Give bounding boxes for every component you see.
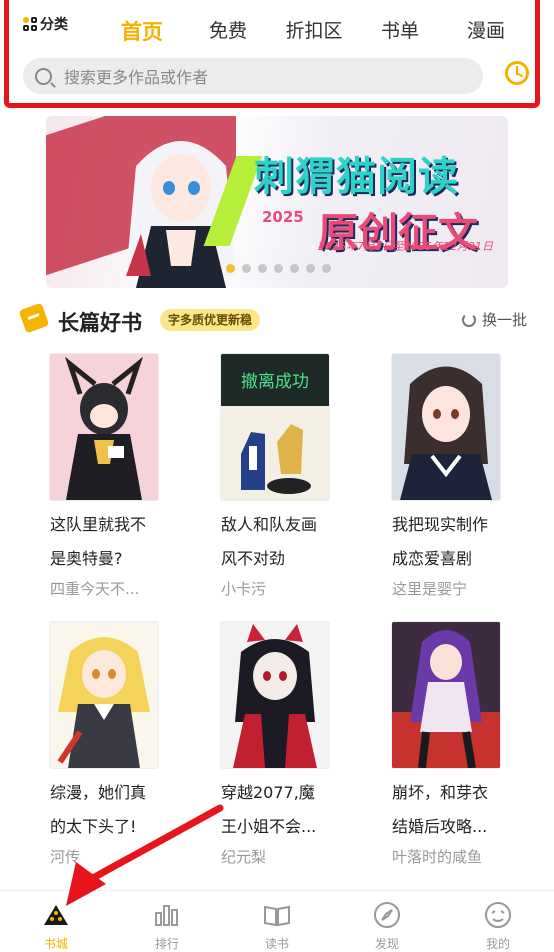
book-author: 这里是婴宁 [392,580,468,598]
book-card[interactable]: 穿越2077,魔 王小姐不会... 纪元梨 [221,622,371,867]
book-section-icon [18,302,50,334]
tabbar-label: 排行 [154,937,179,951]
book-author: 四重今天不... [50,580,140,598]
book-cover-art [50,622,158,768]
book-title[interactable]: 这队里就我不 是奥特曼? [50,508,190,576]
cover-text: 撤离成功 [241,372,309,392]
book-author: 小卡污 [221,580,267,598]
top-tabs: 首页 免费 折扣区 书单 漫画 [99,16,529,46]
search-placeholder: 搜索更多作品或作者 [64,68,209,87]
book-card[interactable]: 崩坏，和芽衣 结婚后攻略... 叶落时的咸鱼 [392,622,542,867]
banner-title: 刺猬猫阅读 [254,154,459,200]
banner-dot[interactable] [290,264,299,273]
promo-banner[interactable]: 刺猬猫阅读 2025 原创征文 2025年7月1日至2025年12月31日 [46,116,508,288]
book-author: 叶落时的咸鱼 [392,848,483,866]
refresh-icon [462,312,476,327]
tab-discount[interactable]: 折扣区 [271,16,357,46]
grid-icon [23,17,37,31]
tabbar-label: 我的 [485,937,510,951]
banner-dot[interactable] [226,264,235,273]
banner-dot[interactable] [274,264,283,273]
banner-dot[interactable] [242,264,251,273]
tab-home[interactable]: 首页 [99,16,185,46]
bottom-tab-bar: 书城 排行 读书 发现 我的 [0,890,554,952]
book-author: 纪元梨 [221,848,267,866]
tab-booklist[interactable]: 书单 [357,16,443,46]
refresh-label: 换一批 [482,311,528,329]
book-cover[interactable] [392,622,500,768]
book-cover[interactable] [50,354,158,500]
category-label: 分类 [40,17,68,33]
book-card[interactable]: 我把现实制作 成恋爱喜剧 这里是婴宁 [392,354,542,599]
book-cover-art [221,622,329,768]
book-title[interactable]: 敌人和队友画 风不对劲 [221,508,361,576]
compass-icon [374,902,400,928]
top-header: 分类 首页 免费 折扣区 书单 漫画 搜索更多作品或作者 [4,0,540,108]
book-title[interactable]: 综漫，她们真 的太下头了! [50,776,190,844]
book-cover-art [50,354,158,500]
book-cover-art [392,354,500,500]
book-title[interactable]: 穿越2077,魔 王小姐不会... [221,776,361,844]
search-bar[interactable]: 搜索更多作品或作者 [23,58,483,94]
tabbar-label: 读书 [264,937,289,951]
tab-comics[interactable]: 漫画 [443,16,529,46]
book-cover[interactable] [392,354,500,500]
tabbar-label: 发现 [374,937,399,951]
profile-face-icon [485,902,511,928]
book-cover[interactable] [221,622,329,768]
banner-dot[interactable] [258,264,267,273]
banner-pagination [226,264,338,273]
book-card[interactable]: 这队里就我不 是奥特曼? 四重今天不... [50,354,200,599]
banner-dot[interactable] [322,264,331,273]
book-title[interactable]: 崩坏，和芽衣 结婚后攻略... [392,776,532,844]
tabbar-label: 书城 [43,937,68,951]
tab-free[interactable]: 免费 [185,16,271,46]
banner-dates: 2025年7月1日至2025年12月31日 [318,240,493,253]
book-cover[interactable]: 撤离成功 [221,354,329,500]
book-open-icon [264,905,290,927]
book-cover-art [392,622,500,768]
book-author: 河传 [50,848,81,866]
book-cover-art: 撤离成功 [221,354,329,500]
search-icon [35,67,52,85]
book-card[interactable]: 综漫，她们真 的太下头了! 河传 [50,622,200,867]
book-cover[interactable] [50,622,158,768]
section-title: 长篇好书 [58,311,142,335]
book-card[interactable]: 撤离成功 敌人和队友画 风不对劲 小卡污 [221,354,371,599]
refresh-button[interactable]: 换一批 [462,309,527,330]
bookstore-icon [44,905,68,925]
banner-year: 2025 [262,208,304,226]
banner-dot[interactable] [306,264,315,273]
section-badge: 字多质优更新稳 [160,309,261,331]
timer-icon[interactable] [505,61,529,85]
book-title[interactable]: 我把现实制作 成恋爱喜剧 [392,508,532,576]
category-button[interactable]: 分类 [23,14,68,34]
ranking-icon [155,905,178,926]
